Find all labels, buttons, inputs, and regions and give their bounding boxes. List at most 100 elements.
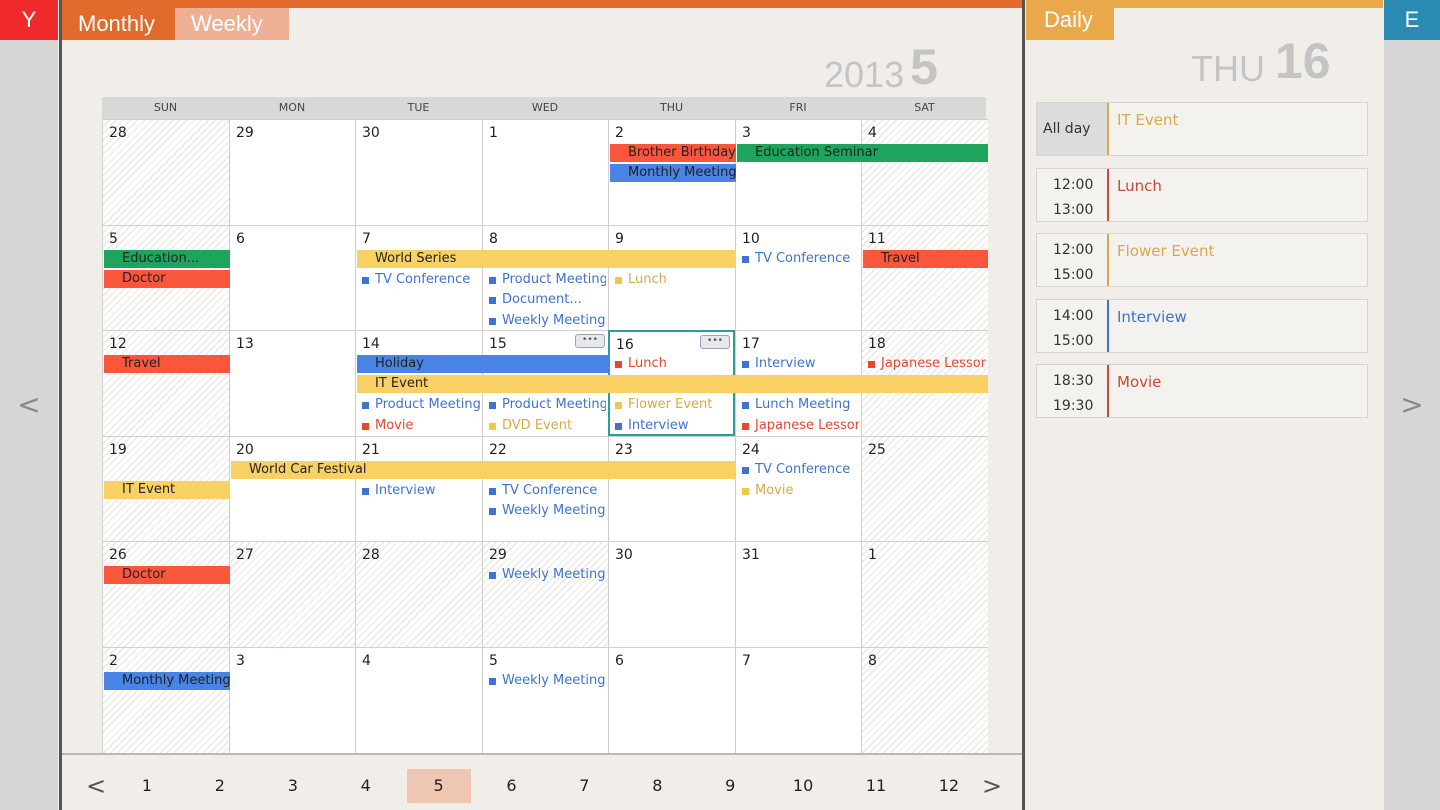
event-item-label: Japanese Lesson <box>755 417 859 433</box>
day-cell[interactable]: 3 <box>735 119 861 225</box>
event-bar[interactable]: IT Event <box>357 375 988 393</box>
daily-event[interactable]: All day IT Event <box>1036 102 1368 156</box>
event-item[interactable]: Document... <box>489 291 606 309</box>
event-item[interactable]: Weekly Meeting <box>489 566 606 584</box>
event-item[interactable]: Lunch <box>615 355 733 373</box>
event-item[interactable]: Product Meeting <box>489 396 606 414</box>
event-item[interactable]: DVD Event <box>489 417 606 435</box>
day-cell[interactable]: 13 <box>229 330 355 436</box>
month-button-2[interactable]: 2 <box>188 769 252 803</box>
day-cell[interactable]: 30 <box>608 541 735 647</box>
day-cell[interactable]: 4 <box>355 647 482 753</box>
daily-event[interactable]: 18:30 19:30 Movie <box>1036 364 1368 418</box>
day-cell[interactable]: 5 <box>482 647 608 753</box>
event-item[interactable]: TV Conference <box>742 461 859 479</box>
day-cell[interactable]: 26 <box>102 541 229 647</box>
event-item[interactable]: Japanese Lesson <box>742 417 859 435</box>
event-item[interactable]: Movie <box>362 417 480 435</box>
day-cell[interactable]: 28 <box>355 541 482 647</box>
day-cell[interactable]: 4 <box>861 119 988 225</box>
tab-weekly[interactable]: Weekly <box>175 8 289 40</box>
event-bar[interactable]: Monthly Meeting <box>610 164 736 182</box>
event-item[interactable]: Lunch <box>615 271 733 289</box>
comment-icon[interactable]: ••• <box>700 335 730 349</box>
pager-prev-button[interactable]: < <box>82 769 110 803</box>
day-cell[interactable]: 3 <box>229 647 355 753</box>
month-button-9[interactable]: 9 <box>698 769 762 803</box>
month-button-4[interactable]: 4 <box>334 769 398 803</box>
event-item[interactable]: Weekly Meeting <box>489 312 606 330</box>
event-bar[interactable]: Holiday <box>357 355 609 373</box>
day-cell[interactable]: 28 <box>102 119 229 225</box>
event-item[interactable]: Interview <box>362 482 480 500</box>
day-cell[interactable]: 27 <box>229 541 355 647</box>
day-cell[interactable]: 11 <box>861 225 988 330</box>
month-button-8[interactable]: 8 <box>625 769 689 803</box>
day-cell[interactable]: 10 <box>735 225 861 330</box>
month-button-3[interactable]: 3 <box>261 769 325 803</box>
month-button-11[interactable]: 11 <box>844 769 908 803</box>
event-bar[interactable]: Education... <box>104 250 230 268</box>
month-button-12[interactable]: 12 <box>917 769 981 803</box>
day-cell[interactable]: 23 <box>608 436 735 541</box>
event-item[interactable]: Flower Event <box>615 396 733 414</box>
event-bar[interactable]: World Series <box>357 250 736 268</box>
day-cell[interactable]: 8 <box>861 647 988 753</box>
event-color-rule <box>1107 299 1109 352</box>
event-item[interactable]: TV Conference <box>742 250 859 268</box>
event-bar[interactable]: Education Seminar <box>737 144 988 162</box>
day-cell[interactable]: 20 <box>229 436 355 541</box>
event-bar[interactable]: Travel <box>863 250 988 268</box>
left-rail: Y < <box>0 0 58 810</box>
event-item[interactable]: Weekly Meeting <box>489 502 606 520</box>
daily-event[interactable]: 12:00 15:00 Flower Event <box>1036 233 1368 287</box>
event-bar[interactable]: Travel <box>104 355 230 373</box>
event-item[interactable]: Interview <box>615 417 733 435</box>
pager-next-button[interactable]: > <box>978 769 1006 803</box>
event-bar[interactable]: IT Event <box>104 481 230 499</box>
day-cell[interactable]: 1 <box>482 119 608 225</box>
month-button-10[interactable]: 10 <box>771 769 835 803</box>
day-cell[interactable]: 12 <box>102 330 229 436</box>
day-cell[interactable]: 29 <box>482 541 608 647</box>
tab-daily[interactable]: Daily <box>1026 8 1114 40</box>
comment-icon[interactable]: ••• <box>575 334 605 348</box>
day-cell[interactable]: 6 <box>608 647 735 753</box>
day-cell[interactable]: 30 <box>355 119 482 225</box>
event-bar[interactable]: Doctor <box>104 270 230 288</box>
day-cell[interactable]: 7 <box>735 647 861 753</box>
day-cell[interactable]: 25 <box>861 436 988 541</box>
day-cell[interactable]: 1 <box>861 541 988 647</box>
event-item[interactable]: TV Conference <box>489 482 606 500</box>
event-item[interactable]: Product Meeting <box>362 396 480 414</box>
month-button-6[interactable]: 6 <box>480 769 544 803</box>
event-color-marker <box>489 508 496 515</box>
month-button-7[interactable]: 7 <box>552 769 616 803</box>
event-item[interactable]: Movie <box>742 482 859 500</box>
event-bar[interactable]: World Car Festival <box>231 461 736 479</box>
year-view-tab[interactable]: Y <box>0 0 58 40</box>
day-cell[interactable]: 29 <box>229 119 355 225</box>
event-end-time: 13:00 <box>1053 201 1094 218</box>
tab-monthly[interactable]: Monthly <box>62 8 175 40</box>
next-arrow-icon[interactable]: > <box>1384 388 1440 421</box>
event-item[interactable]: Interview <box>742 355 859 373</box>
day-cell[interactable]: 31 <box>735 541 861 647</box>
event-item[interactable]: Weekly Meeting <box>489 672 606 690</box>
event-bar[interactable]: Doctor <box>104 566 230 584</box>
event-item[interactable]: TV Conference <box>362 271 480 289</box>
prev-arrow-icon[interactable]: < <box>0 388 58 421</box>
day-cell[interactable]: 2 <box>102 647 229 753</box>
event-item[interactable]: Japanese Lesson <box>868 355 986 373</box>
day-cell[interactable]: 6 <box>229 225 355 330</box>
day-number: 25 <box>868 442 886 458</box>
event-item[interactable]: Product Meeting <box>489 271 606 289</box>
month-button-5[interactable]: 5 <box>406 769 471 803</box>
event-view-tab[interactable]: E <box>1384 0 1440 40</box>
month-button-1[interactable]: 1 <box>115 769 179 803</box>
event-bar[interactable]: Monthly Meeting <box>104 672 230 690</box>
event-bar[interactable]: Brother Birthday <box>610 144 736 162</box>
daily-event[interactable]: 12:00 13:00 Lunch <box>1036 167 1368 222</box>
daily-event[interactable]: 14:00 15:00 Interview <box>1036 298 1368 353</box>
event-item[interactable]: Lunch Meeting <box>742 396 859 414</box>
